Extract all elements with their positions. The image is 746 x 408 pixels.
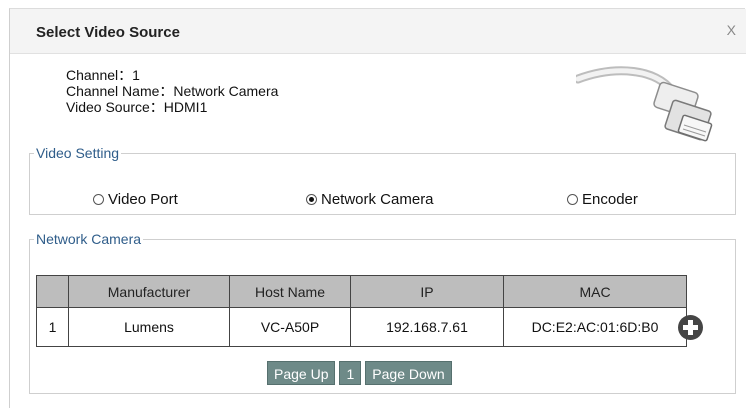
network-camera-legend: Network Camera (36, 231, 142, 247)
radio-video-port[interactable]: Video Port (93, 191, 178, 208)
column-header-manufacturer: Manufacturer (68, 275, 230, 308)
column-header-index (36, 275, 69, 308)
video-setting-group: Video Setting Video Port Network Camera … (29, 145, 736, 215)
cell-mac: DC:E2:AC:01:6D:B0 (503, 307, 687, 347)
dialog-titlebar: Select Video Source X (10, 9, 746, 54)
video-setting-legend: Video Setting (36, 145, 120, 161)
channel-name: Channel Name：Network Camera (66, 83, 279, 99)
radio-label: Network Camera (321, 191, 434, 208)
column-header-mac: MAC (503, 275, 687, 308)
radio-network-camera[interactable]: Network Camera (306, 191, 434, 208)
hdmi-cable-icon (576, 66, 713, 142)
page-down-button[interactable]: Page Down (365, 361, 452, 385)
radio-label: Video Port (108, 191, 178, 208)
radio-encoder[interactable]: Encoder (567, 191, 638, 208)
radio-button-icon (93, 194, 104, 205)
channel-number: Channel：1 (66, 67, 140, 83)
cell-ip: 192.168.7.61 (350, 307, 504, 347)
radio-button-selected-icon (306, 194, 317, 205)
cell-manufacturer: Lumens (68, 307, 230, 347)
dialog-title: Select Video Source (36, 24, 180, 41)
add-camera-plus-icon[interactable] (678, 315, 703, 340)
column-header-host-name: Host Name (229, 275, 351, 308)
radio-label: Encoder (582, 191, 638, 208)
cell-host-name: VC-A50P (229, 307, 351, 347)
network-camera-group: Network Camera Manufacturer Host Name IP… (29, 231, 736, 394)
pagination: Page Up 1 Page Down (267, 361, 452, 385)
table-header-row: Manufacturer Host Name IP MAC (36, 275, 687, 308)
close-button[interactable]: X (727, 22, 736, 38)
cell-index: 1 (36, 307, 69, 347)
radio-button-icon (567, 194, 578, 205)
page-number-button[interactable]: 1 (339, 361, 362, 385)
column-header-ip: IP (350, 275, 504, 308)
channel-info: Channel：1 Channel Name：Network Camera Vi… (66, 67, 278, 115)
table-row[interactable]: 1 Lumens VC-A50P 192.168.7.61 DC:E2:AC:0… (36, 307, 687, 347)
select-video-source-dialog: Select Video Source X Channel：1 Channel … (9, 8, 746, 408)
page-up-button[interactable]: Page Up (267, 361, 336, 385)
video-source: Video Source：HDMI1 (66, 99, 208, 115)
camera-table: Manufacturer Host Name IP MAC 1 Lumens V… (36, 275, 687, 347)
